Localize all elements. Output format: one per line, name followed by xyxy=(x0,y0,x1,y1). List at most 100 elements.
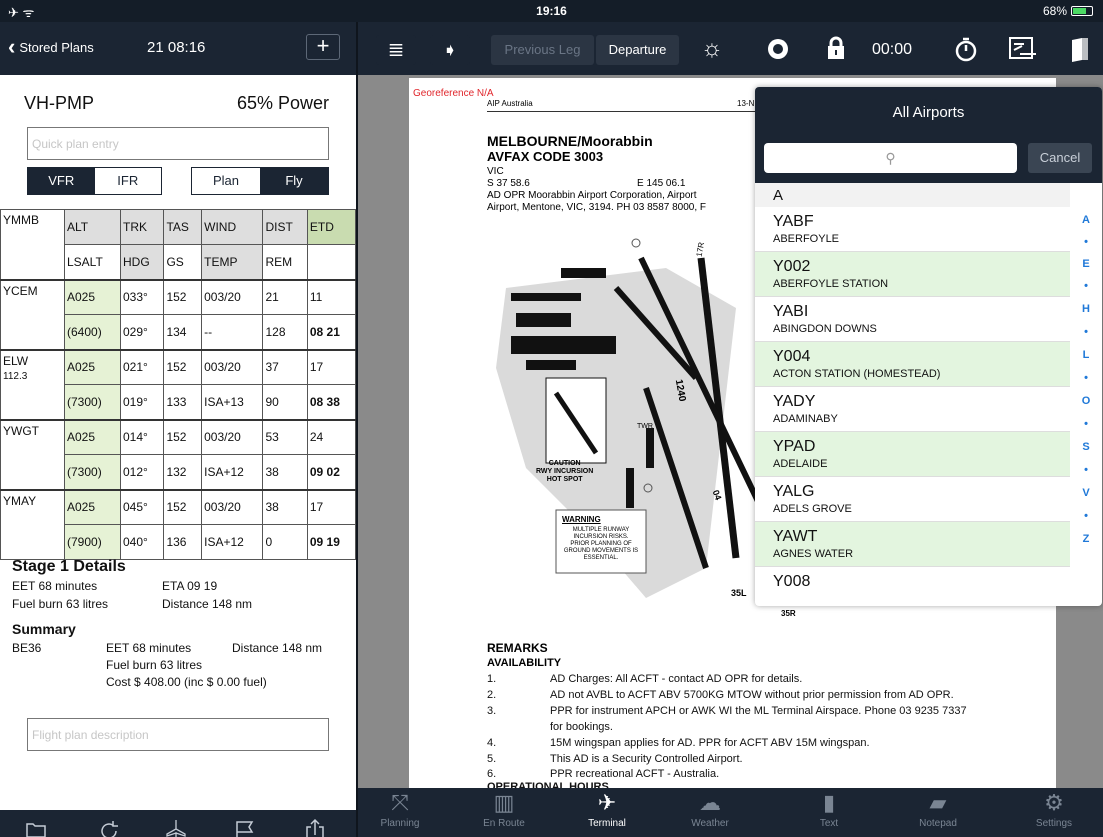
index-letter[interactable]: O xyxy=(1077,395,1095,407)
list-item[interactable]: YPAD ADELAIDE xyxy=(755,432,1070,477)
airport-name: ABERFOYLE STATION xyxy=(773,278,889,290)
index-letter[interactable]: A xyxy=(1077,214,1095,226)
gs-cell: 134 xyxy=(163,314,203,350)
timer-display[interactable]: 00:00 xyxy=(872,41,912,59)
index-dot[interactable]: • xyxy=(1077,418,1095,430)
brightness-icon[interactable]: ☼ xyxy=(696,32,728,66)
lsalt-cell: (7900) xyxy=(64,524,121,560)
airport-code: Y002 xyxy=(773,258,811,275)
index-letter[interactable]: L xyxy=(1077,349,1095,361)
refresh-icon[interactable] xyxy=(96,818,122,837)
list-item[interactable]: Y008 xyxy=(755,567,1070,606)
tab-weather[interactable]: ☁ Weather xyxy=(660,788,760,837)
back-button[interactable]: ‹ Stored Plans xyxy=(8,36,94,58)
leg-row[interactable]: YWGT A025 014° 152 003/20 53 24 xyxy=(0,418,357,490)
vfr-toggle[interactable]: VFR xyxy=(28,168,95,194)
leg-row[interactable]: YMAY A025 045° 152 003/20 38 17 xyxy=(0,488,357,560)
waypoint-cell[interactable]: ELW 112.3 xyxy=(0,348,65,420)
index-letter[interactable]: E xyxy=(1077,258,1095,270)
index-letter[interactable]: V xyxy=(1077,487,1095,499)
section-header: A xyxy=(755,183,1070,207)
folder-icon[interactable] xyxy=(24,818,48,837)
tab-terminal[interactable]: ✈ Terminal xyxy=(557,788,657,837)
doc-avfax: AVFAX CODE 3003 xyxy=(487,149,604,164)
alt-cell[interactable]: A025 xyxy=(64,348,121,385)
quick-plan-entry-input[interactable]: Quick plan entry xyxy=(27,127,329,160)
departure-waypoint[interactable]: YMMB xyxy=(0,209,65,280)
rem-cell: 38 xyxy=(262,454,308,490)
stopwatch-icon[interactable] xyxy=(950,32,982,72)
list-item[interactable]: Y002 ABERFOYLE STATION xyxy=(755,252,1070,297)
waypoint-cell[interactable]: YCEM xyxy=(0,278,65,350)
list-button[interactable]: ≣ xyxy=(376,35,416,65)
index-dot[interactable]: • xyxy=(1077,372,1095,384)
doc-title: MELBOURNE/Moorabbin xyxy=(487,133,653,149)
dist-cell: 37 xyxy=(262,348,308,385)
tab-notepad[interactable]: ▰ Notepad xyxy=(893,788,983,837)
tab-en-route[interactable]: ▥ En Route xyxy=(454,788,554,837)
remark-num: 3. xyxy=(487,705,497,717)
list-item[interactable]: YALG ADELS GROVE xyxy=(755,477,1070,522)
doc-operator-2: Airport, Mentone, VIC, 3194. PH 03 8587 … xyxy=(487,202,707,213)
warning-body: MULTIPLE RUNWAY INCURSION RISKS. PRIOR P… xyxy=(563,527,639,561)
hdg-cell: 029° xyxy=(119,314,165,350)
trk-cell: 021° xyxy=(119,348,165,385)
search-bar: ⚲ Cancel xyxy=(755,139,1102,183)
airplane-outline-icon[interactable] xyxy=(163,818,189,837)
flight-plan-description-input[interactable]: Flight plan description xyxy=(27,718,329,751)
book-icon[interactable] xyxy=(1066,32,1094,72)
index-dot[interactable]: • xyxy=(1077,510,1095,522)
index-dot[interactable]: • xyxy=(1077,280,1095,292)
list-item[interactable]: Y004 ACTON STATION (HOMESTEAD) xyxy=(755,342,1070,387)
airport-search-input[interactable]: ⚲ xyxy=(764,143,1017,173)
list-item[interactable]: YAWT AGNES WATER xyxy=(755,522,1070,567)
index-dot[interactable]: • xyxy=(1077,236,1095,248)
cancel-button[interactable]: Cancel xyxy=(1028,143,1092,173)
alt-cell[interactable]: A025 xyxy=(64,488,121,525)
taxi-chart-icon[interactable] xyxy=(1005,32,1041,72)
col-etd[interactable]: ETD xyxy=(306,209,357,245)
route-icon: ➧ xyxy=(442,40,458,60)
ete-cell: 17 xyxy=(306,488,357,525)
route-button[interactable]: ➧ xyxy=(430,35,470,65)
departure-button[interactable]: Departure xyxy=(596,35,679,65)
wind-cell: 003/20 xyxy=(201,278,264,315)
index-dot[interactable]: • xyxy=(1077,326,1095,338)
plan-toggle[interactable]: Plan xyxy=(192,168,260,194)
tab-planning[interactable]: ⤧ Planning xyxy=(350,788,450,837)
leg-row[interactable]: ELW 112.3 A025 021° 152 003/20 37 17 xyxy=(0,348,357,420)
index-letter[interactable]: Z xyxy=(1077,533,1095,545)
index-dot[interactable]: • xyxy=(1077,464,1095,476)
leg-row[interactable]: YCEM A025 033° 152 003/20 21 11 xyxy=(0,278,357,350)
list-item[interactable]: YADY ADAMINABY xyxy=(755,387,1070,432)
share-icon[interactable] xyxy=(303,818,327,837)
summary-cost: Cost $ 408.00 (inc $ 0.00 fuel) xyxy=(106,675,267,689)
lifebuoy-icon[interactable] xyxy=(762,32,794,71)
alt-cell[interactable]: A025 xyxy=(64,278,121,315)
doc-rule xyxy=(487,111,757,112)
doc-source: AIP Australia xyxy=(487,99,533,108)
add-plan-button[interactable]: + xyxy=(306,34,340,60)
flag-icon[interactable] xyxy=(232,818,258,837)
lock-icon[interactable] xyxy=(820,32,852,70)
index-letter[interactable]: S xyxy=(1077,441,1095,453)
remark-text: for bookings. xyxy=(550,721,613,733)
previous-leg-button[interactable]: Previous Leg xyxy=(491,35,594,65)
waypoint-name: ELW xyxy=(3,353,29,368)
index-letter[interactable]: H xyxy=(1077,303,1095,315)
waypoint-cell[interactable]: YWGT xyxy=(0,418,65,490)
tab-label: Planning xyxy=(380,818,420,829)
ifr-toggle[interactable]: IFR xyxy=(94,168,161,194)
lsalt-cell: (6400) xyxy=(64,314,121,350)
remark-num: 1. xyxy=(487,673,497,685)
alt-cell[interactable]: A025 xyxy=(64,418,121,455)
list-item[interactable]: YABF ABERFOYLE xyxy=(755,207,1070,252)
search-icon: ⚲ xyxy=(885,150,896,166)
fly-toggle[interactable]: Fly xyxy=(260,168,328,194)
tab-text[interactable]: ▮ Text xyxy=(789,788,869,837)
waypoint-cell[interactable]: YMAY xyxy=(0,488,65,560)
list-item[interactable]: YABI ABINGDON DOWNS xyxy=(755,297,1070,342)
tab-settings[interactable]: ⚙ Settings xyxy=(1009,788,1099,837)
power-setting[interactable]: 65% Power xyxy=(237,93,329,114)
temp-cell: ISA+12 xyxy=(201,454,264,490)
